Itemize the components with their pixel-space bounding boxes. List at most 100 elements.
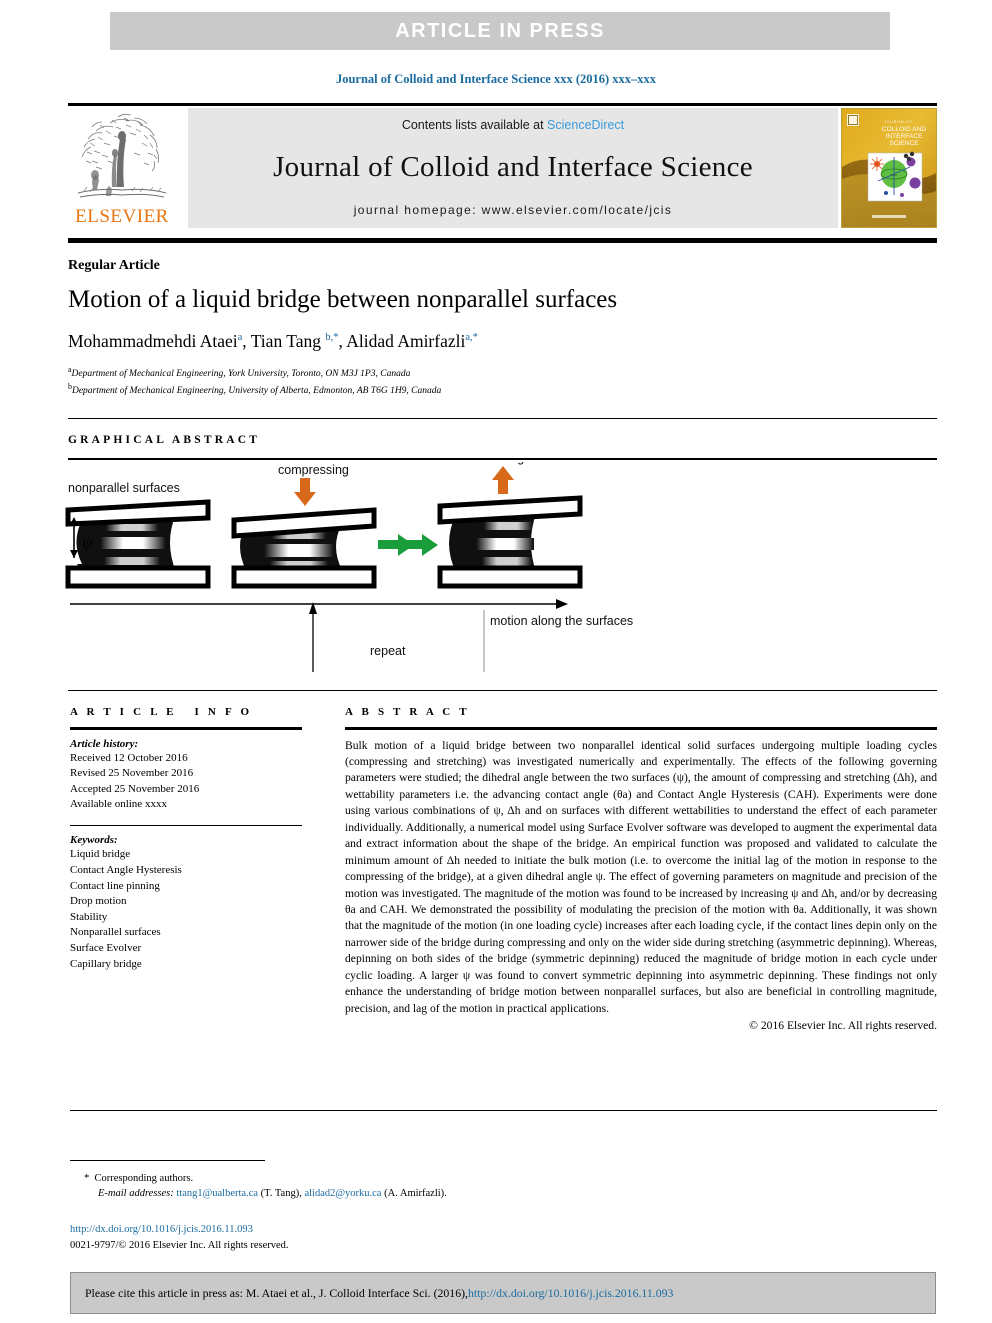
keyword-item: Stability: [70, 910, 108, 923]
keywords-label: Keywords:: [70, 834, 118, 847]
asterisk-icon: *: [84, 1173, 90, 1184]
keyword-item: Capillary bridge: [70, 957, 142, 970]
affiliation-list: aDepartment of Mechanical Engineering, Y…: [68, 364, 937, 399]
journal-masthead: ELSEVIER Contents lists available at Sci…: [68, 108, 937, 228]
history-item: Received 12 October 2016: [70, 751, 188, 764]
affiliation-text: Department of Mechanical Engineering, Yo…: [71, 368, 411, 379]
article-type-label: Regular Article: [68, 258, 160, 273]
sciencedirect-link[interactable]: ScienceDirect: [547, 118, 624, 132]
email-owner-tang: (T. Tang),: [260, 1188, 302, 1200]
doi-link[interactable]: http://dx.doi.org/10.1016/j.jcis.2016.11…: [70, 1222, 289, 1238]
label-motion-along-surfaces: motion along the surfaces: [490, 614, 633, 628]
keyword-item: Drop motion: [70, 895, 127, 908]
abstract-bottom-rule: [70, 1110, 937, 1111]
graphical-abstract-bottom-rule: [68, 690, 937, 691]
email-owner-amirfazli: (A. Amirfazli).: [384, 1188, 447, 1200]
svg-text:COLLOID AND: COLLOID AND: [882, 126, 927, 133]
author-list: Mohammadmehdi Ataeia, Tian Tang b,*, Ali…: [68, 330, 478, 351]
repeat-loop: [309, 602, 485, 672]
bridge-panel-3: stretching: [402, 451, 583, 589]
keyword-item: Contact line pinning: [70, 879, 160, 892]
history-item: Revised 25 November 2016: [70, 767, 194, 780]
elsevier-wordmark: ELSEVIER: [75, 206, 169, 227]
email-addresses-note: E-mail addresses: ttang1@ualberta.ca (T.…: [70, 1186, 670, 1201]
motion-arrow-icon-2: [402, 534, 438, 556]
abstract-rule: [345, 727, 937, 730]
history-item: Available online xxxx: [70, 798, 167, 811]
compress-arrow-icon: [294, 478, 316, 506]
upper-plate: [65, 499, 211, 527]
author-name: Alidad Amirfazli: [346, 330, 466, 351]
bridge-panel-1: ψ nonparallel surfaces: [65, 481, 211, 589]
lower-plate: [65, 565, 211, 589]
journal-homepage-line[interactable]: journal homepage: www.elsevier.com/locat…: [354, 203, 673, 217]
email-label: E-mail addresses:: [98, 1188, 174, 1200]
email-link-tang[interactable]: ttang1@ualberta.ca: [176, 1188, 258, 1199]
contents-lists-line: Contents lists available at ScienceDirec…: [402, 118, 624, 132]
masthead-bottom-rule: [68, 238, 937, 243]
masthead-top-rule: [68, 103, 937, 106]
author-affil-mark: a: [237, 331, 243, 343]
svg-text:DNA: DNA: [891, 173, 897, 177]
footnote-rule: [70, 1160, 265, 1161]
abstract-column: A B S T R A C T Bulk motion of a liquid …: [345, 706, 937, 1032]
abstract-copyright: © 2016 Elsevier Inc. All rights reserved…: [749, 1019, 937, 1033]
svg-text:J O U R N A L O F: J O U R N A L O F: [884, 120, 912, 124]
graphical-abstract-top-rule: [68, 418, 937, 419]
keyword-item: Contact Angle Hysteresis: [70, 864, 182, 877]
affiliation-item: aDepartment of Mechanical Engineering, Y…: [68, 364, 937, 381]
article-info-column: A R T I C L E I N F O Article history: R…: [70, 706, 302, 972]
footnotes-block: * Corresponding authors. E-mail addresse…: [70, 1160, 670, 1201]
author-name: Tian Tang: [250, 330, 321, 351]
journal-cover-thumbnail: J O U R N A L O F COLLOID AND INTERFACE …: [841, 108, 937, 228]
masthead-center: Contents lists available at ScienceDirec…: [188, 108, 838, 228]
corresponding-author-note: * Corresponding authors.: [70, 1171, 670, 1186]
svg-text:INTERFACE: INTERFACE: [885, 133, 923, 140]
contents-prefix: Contents lists available at: [401, 118, 548, 132]
affiliation-item: bDepartment of Mechanical Engineering, U…: [68, 381, 937, 398]
citation-doi-link[interactable]: http://dx.doi.org/10.1016/j.jcis.2016.11…: [468, 1286, 673, 1301]
graphical-abstract-heading: GRAPHICAL ABSTRACT: [68, 434, 261, 446]
elsevier-logo: ELSEVIER: [68, 108, 176, 228]
label-stretching: stretching: [470, 462, 524, 465]
email-link-amirfazli[interactable]: alidad2@yorku.ca: [304, 1188, 381, 1199]
motion-axis: [70, 599, 568, 609]
journal-cover-art: J O U R N A L O F COLLOID AND INTERFACE …: [842, 109, 936, 227]
article-info-separator: [70, 824, 302, 827]
label-nonparallel-surfaces: nonparallel surfaces: [68, 481, 180, 495]
keyword-item: Liquid bridge: [70, 848, 131, 861]
keyword-item: Surface Evolver: [70, 942, 142, 955]
article-in-press-banner: ARTICLE IN PRESS: [110, 12, 890, 50]
article-in-press-label: ARTICLE IN PRESS: [395, 19, 605, 42]
author-affil-mark: a,*: [465, 331, 478, 343]
abstract-text: Bulk motion of a liquid bridge between t…: [345, 738, 937, 1015]
history-item: Accepted 25 November 2016: [70, 782, 200, 795]
article-history-label: Article history:: [70, 737, 139, 750]
citation-bar: Please cite this article in press as: M.…: [70, 1272, 936, 1314]
author-affil-mark: b,*: [325, 331, 339, 343]
abstract-heading: A B S T R A C T: [345, 706, 470, 718]
bridge-panel-2: compressing: [231, 463, 414, 589]
title-block: Regular Article Motion of a liquid bridg…: [68, 258, 937, 399]
affiliation-text: Department of Mechanical Engineering, Un…: [71, 386, 442, 397]
journal-title: Journal of Colloid and Interface Science: [273, 151, 753, 183]
graphical-abstract-heading-rule: [68, 458, 937, 460]
psi-symbol: ψ: [82, 533, 93, 552]
citation-text: Please cite this article in press as: M.…: [85, 1285, 468, 1300]
keyword-item: Nonparallel surfaces: [70, 926, 161, 939]
article-info-heading: A R T I C L E I N F O: [70, 706, 253, 718]
graphical-abstract-figure: ψ nonparallel surfaces compressing repea…: [60, 451, 940, 684]
running-head: Journal of Colloid and Interface Science…: [335, 72, 657, 86]
article-info-rule: [70, 727, 302, 730]
author-name: Mohammadmehdi Ataei: [68, 330, 238, 351]
graphical-abstract-svg: ψ nonparallel surfaces compressing repea…: [65, 451, 633, 672]
label-compressing: compressing: [278, 463, 349, 477]
doi-block: http://dx.doi.org/10.1016/j.jcis.2016.11…: [70, 1222, 289, 1254]
page-title: Motion of a liquid bridge between nonpar…: [68, 286, 618, 313]
corresponding-author-text: Corresponding authors.: [94, 1173, 194, 1184]
issn-copyright-line: 0021-9797/© 2016 Elsevier Inc. All right…: [70, 1239, 289, 1251]
label-repeat: repeat: [370, 644, 406, 658]
svg-text:SCIENCE: SCIENCE: [889, 140, 919, 147]
elsevier-tree-icon: [77, 113, 167, 198]
stretch-arrow-icon: [492, 466, 514, 494]
